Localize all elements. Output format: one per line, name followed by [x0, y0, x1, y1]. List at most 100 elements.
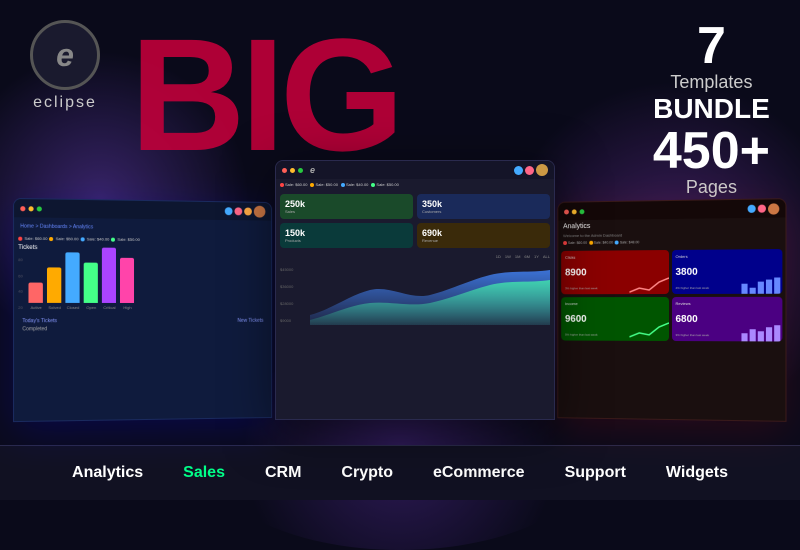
dashboard-center: e Sale: $60.00 Sale: $50.00 Sale: $40.00	[275, 160, 555, 420]
bar-active-fill	[29, 283, 43, 303]
stat-card-products: 150k Products	[280, 223, 413, 248]
income-sparkline	[629, 321, 669, 341]
c-avatar1	[514, 166, 523, 175]
center-stat-cards: 250k Sales 350k Customers 150k Products …	[276, 190, 554, 252]
nav-item-support[interactable]: Support	[565, 464, 626, 482]
bundle-label: BUNDLE	[653, 93, 770, 125]
logo-letter: e	[56, 37, 74, 74]
c-dot2	[310, 183, 314, 187]
center-area-chart: $45000 $36000 $28000 $9000	[280, 265, 550, 325]
traffic-dot-green	[37, 206, 42, 211]
brand-logo: e eclipse	[30, 20, 100, 112]
left-header-icons	[225, 205, 266, 217]
footer-status: Completed	[18, 324, 267, 335]
reviews-label: Reviews	[675, 301, 778, 306]
badge-sale4: Sale: $50.00	[111, 237, 140, 242]
nav-item-crypto[interactable]: Crypto	[341, 464, 393, 482]
bar-closed: Closed	[66, 252, 80, 310]
c-user-avatar	[536, 164, 548, 176]
stat-card-revenue: 690k Revenue	[417, 223, 550, 248]
stat-card-customers: 350k Customers	[417, 194, 550, 219]
r-badge3: Sale: $48.00	[615, 240, 639, 244]
dashboard-left: Home > Dashboards > Analytics Sale: $60.…	[13, 198, 272, 422]
orders-label: Orders	[675, 253, 778, 259]
badge-sale2: Sale: $50.00	[50, 236, 79, 241]
bar-open-fill	[84, 263, 98, 303]
r-dot1	[563, 241, 567, 245]
icon-avatar1	[225, 207, 233, 215]
footer-new-tickets: New Tickets	[237, 318, 263, 324]
r-dot3	[615, 241, 619, 245]
traffic-dot-yellow	[28, 206, 33, 211]
stat-revenue-sub: Revenue	[422, 238, 545, 243]
bar-critical-fill	[102, 248, 116, 303]
user-avatar	[254, 206, 266, 218]
orders-sparkline	[741, 273, 782, 293]
stat-sales-sub: Sales	[285, 209, 408, 214]
y-axis-labels: 80 60 40 20	[18, 253, 23, 314]
chart-time-labels: 1D 1W 1M 6M 1Y ALL	[276, 252, 554, 261]
center-dot-yellow	[290, 168, 295, 173]
center-dot-red	[282, 168, 287, 173]
r-badge2: Sale: $40.00	[589, 241, 613, 245]
r-user-avatar	[768, 203, 779, 214]
badge-dot-3	[81, 237, 85, 241]
nav-item-ecommerce[interactable]: eCommerce	[433, 464, 525, 482]
icon-avatar2	[234, 207, 242, 215]
bar-active: Active	[29, 283, 43, 310]
c-badge2: Sale: $50.00	[310, 182, 337, 187]
screenshots-area: Home > Dashboards > Analytics Sale: $60.…	[0, 160, 800, 420]
bar-closed-fill	[66, 252, 80, 303]
nav-item-widgets[interactable]: Widgets	[666, 464, 728, 482]
stat-orders: Orders 3800 4% higher than last week	[671, 249, 782, 294]
num-templates: 7	[697, 17, 726, 75]
left-dash-content: Home > Dashboards > Analytics Sale: $60.…	[14, 217, 271, 338]
badge-sale1: Sale: $60.00	[18, 236, 47, 241]
stat-income: Income 9600 5% higher than last week	[561, 297, 668, 341]
badge-dot-1	[18, 236, 22, 240]
bar-open: Open	[84, 263, 98, 310]
nav-item-sales[interactable]: Sales	[183, 464, 225, 482]
right-stat-cards: Clicks 8900 3% higher than last week Ord…	[558, 246, 785, 345]
c-badge4: Sale: $50.00	[371, 182, 398, 187]
logo-text: eclipse	[33, 94, 97, 112]
center-dot-green	[298, 168, 303, 173]
nav-item-analytics[interactable]: Analytics	[72, 464, 143, 482]
c-avatar2	[525, 166, 534, 175]
right-header-icons	[748, 203, 780, 215]
nav-item-crm[interactable]: CRM	[265, 464, 301, 482]
dashboard-right: Analytics Welcome to the Admin Dashboard…	[557, 198, 786, 422]
bar-chart: Active Solved Closed Open	[25, 253, 139, 314]
area-chart-svg	[310, 265, 550, 325]
r-avatar2	[758, 205, 766, 213]
hero-big-text: BIG	[130, 15, 399, 175]
templates-label: Templates	[653, 72, 770, 93]
area-chart-y-axis: $45000 $36000 $28000 $9000	[280, 265, 293, 325]
left-breadcrumb: Home > Dashboards > Analytics	[18, 221, 267, 234]
traffic-dot-red	[20, 206, 25, 211]
stat-products-num: 150k	[285, 228, 408, 238]
stat-products-sub: Products	[285, 238, 408, 243]
stat-customers-sub: Customers	[422, 209, 545, 214]
bar-high: High	[120, 258, 134, 310]
right-dot-yellow	[572, 209, 577, 214]
c-dot1	[280, 183, 284, 187]
stat-reviews: Reviews 6800 3% higher than last week	[671, 297, 782, 342]
stat-sales-num: 250k	[285, 199, 408, 209]
bar-critical: Critical	[102, 248, 116, 310]
bar-high-fill	[120, 258, 134, 303]
bottom-navigation: Analytics Sales CRM Crypto eCommerce Sup…	[0, 445, 800, 500]
badge-dot-2	[50, 236, 54, 240]
tickets-label: Tickets	[18, 245, 267, 253]
footer-today-tickets: Today's Tickets	[22, 318, 57, 324]
income-label: Income	[565, 301, 664, 306]
c-badge3: Sale: $40.00	[341, 182, 368, 187]
c-badge1: Sale: $60.00	[280, 182, 307, 187]
center-dash-header: e	[276, 161, 554, 179]
bar-solved-fill	[47, 267, 61, 303]
left-badges-row: Sale: $60.00 Sale: $50.00 Sale: $40.00 S…	[18, 236, 267, 244]
center-badges-row: Sale: $60.00 Sale: $50.00 Sale: $40.00 S…	[276, 179, 554, 190]
bar-chart-container: 80 60 40 20 Active Solved	[18, 253, 267, 318]
bar-solved: Solved	[47, 267, 61, 310]
stat-customers-num: 350k	[422, 199, 545, 209]
